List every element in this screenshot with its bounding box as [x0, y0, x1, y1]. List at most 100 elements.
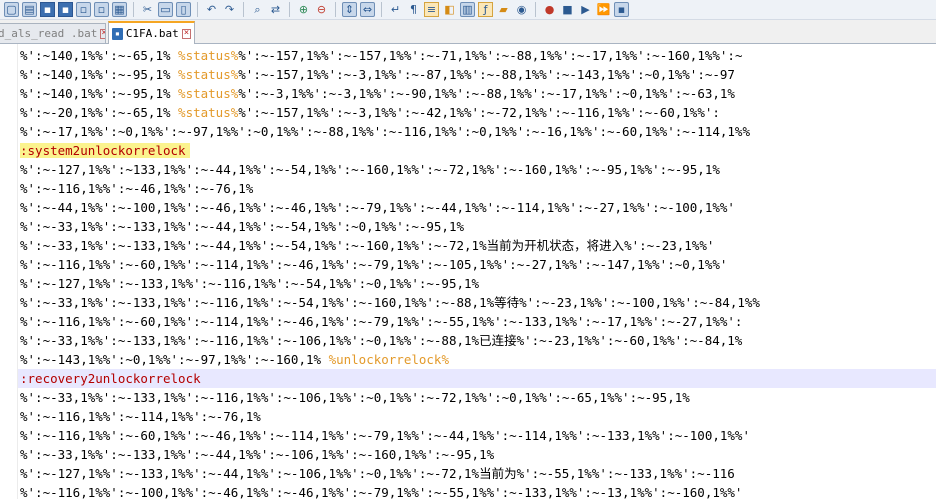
code-line[interactable]: %':~-143,1%%':~0,1%%':~-97,1%%':~-160,1%… — [20, 350, 936, 369]
open-file-icon[interactable]: ▤ — [22, 2, 37, 17]
cut-icon[interactable]: ✂ — [140, 2, 155, 17]
code-line[interactable]: %':~-17,1%%':~0,1%%':~-97,1%%':~0,1%%':~… — [20, 122, 936, 141]
code-line[interactable]: %':~-116,1%%':~-60,1%%':~-114,1%%':~-46,… — [20, 312, 936, 331]
code-line[interactable]: %':~-127,1%%':~-133,1%%':~-116,1%%':~-54… — [20, 274, 936, 293]
variable-token: %status% — [178, 105, 239, 120]
save-macro-icon[interactable]: ▪ — [614, 2, 629, 17]
function-list-icon[interactable]: ƒ — [478, 2, 493, 17]
record-icon[interactable]: ● — [542, 2, 557, 17]
file-icon: ▪ — [112, 27, 123, 40]
doc-map-icon[interactable]: ▥ — [460, 2, 475, 17]
code-line[interactable]: :recovery2unlockorrelock — [20, 369, 936, 388]
tab-c1fa[interactable]: ▪ C1FA.bat × — [108, 21, 195, 44]
undo-icon[interactable]: ↶ — [204, 2, 219, 17]
zoom-out-icon[interactable]: ⊖ — [314, 2, 329, 17]
show-all-icon[interactable]: ¶ — [406, 2, 421, 17]
folder-icon[interactable]: ▰ — [496, 2, 511, 17]
tab-label: C1FA.bat — [125, 27, 179, 40]
play-multi-icon[interactable]: ⏩ — [596, 2, 611, 17]
code-text: %':~-116,1%%':~-60,1%%':~-114,1%%':~-46,… — [20, 257, 728, 272]
replace-icon[interactable]: ⇄ — [268, 2, 283, 17]
code-text: %':~-116,1%%':~-114,1%%':~-76,1% — [20, 409, 261, 424]
code-text: %':~-157,1%%':~-3,1%%':~-87,1%%':~-88,1%… — [238, 67, 735, 82]
sync-h-icon[interactable]: ⇔ — [360, 2, 375, 17]
tab-label: d_als_read .bat — [0, 27, 98, 40]
new-file-icon[interactable]: ▢ — [4, 2, 19, 17]
code-text: %':~-20,1%%':~-65,1% — [20, 105, 179, 120]
print-icon[interactable]: ▦ — [112, 2, 127, 17]
variable-token: %status% — [178, 67, 239, 82]
code-line[interactable]: %':~-116,1%%':~-60,1%%':~-46,1%%':~-114,… — [20, 426, 936, 445]
batch-label: :system2unlockorrelock — [20, 143, 190, 158]
copy-icon[interactable]: ▭ — [158, 2, 173, 17]
code-line[interactable]: %':~-33,1%%':~-133,1%%':~-116,1%%':~-106… — [20, 388, 936, 407]
stop-icon[interactable]: ■ — [560, 2, 575, 17]
code-line[interactable]: %':~-33,1%%':~-133,1%%':~-116,1%%':~-54,… — [20, 293, 936, 312]
code-text: %':~-116,1%%':~-100,1%%':~-46,1%%':~-46,… — [20, 485, 743, 499]
code-text: %':~-33,1%%':~-133,1%%':~-116,1%%':~-106… — [20, 333, 743, 348]
toolbar-separator — [335, 2, 336, 17]
close-all-icon[interactable]: ▫ — [94, 2, 109, 17]
toolbar-separator — [381, 2, 382, 17]
code-line[interactable]: %':~-33,1%%':~-133,1%%':~-44,1%%':~-106,… — [20, 445, 936, 464]
code-line[interactable]: %':~-116,1%%':~-60,1%%':~-114,1%%':~-46,… — [20, 255, 936, 274]
toolbar-separator — [535, 2, 536, 17]
code-text: %':~-17,1%%':~0,1%%':~-97,1%%':~0,1%%':~… — [20, 124, 750, 139]
code-text: %':~140,1%%':~-65,1% — [20, 48, 179, 63]
sync-v-icon[interactable]: ⇕ — [342, 2, 357, 17]
code-text: %':~-127,1%%':~133,1%%':~-44,1%%':~-54,1… — [20, 162, 720, 177]
save-icon[interactable]: ▪ — [40, 2, 55, 17]
code-line[interactable]: :system2unlockorrelock — [20, 141, 936, 160]
code-text: %':~-3,1%%':~-3,1%%':~-90,1%%':~-88,1%%'… — [238, 86, 735, 101]
code-line[interactable]: %':~-116,1%%':~-46,1%%':~-76,1% — [20, 179, 936, 198]
code-line[interactable]: %':~-33,1%%':~-133,1%%':~-44,1%%':~-54,1… — [20, 217, 936, 236]
code-text: %':~-33,1%%':~-133,1%%':~-44,1%%':~-54,1… — [20, 219, 465, 234]
code-text: %':~140,1%%':~-95,1% — [20, 86, 179, 101]
code-line[interactable]: %':~-116,1%%':~-114,1%%':~-76,1% — [20, 407, 936, 426]
close-icon[interactable]: × — [100, 28, 105, 39]
code-text: %':~-33,1%%':~-133,1%%':~-116,1%%':~-54,… — [20, 295, 760, 310]
code-text: %':~-33,1%%':~-133,1%%':~-44,1%%':~-54,1… — [20, 238, 715, 253]
paste-icon[interactable]: ▯ — [176, 2, 191, 17]
code-line[interactable]: %':~-116,1%%':~-100,1%%':~-46,1%%':~-46,… — [20, 483, 936, 499]
tab-bar: d_als_read .bat × ▪ C1FA.bat × — [0, 20, 936, 44]
code-text: %':~-116,1%%':~-60,1%%':~-46,1%%':~-114,… — [20, 428, 750, 443]
code-line[interactable]: %':~-20,1%%':~-65,1% %status%%':~-157,1%… — [20, 103, 936, 122]
code-line[interactable]: %':~-44,1%%':~-100,1%%':~-46,1%%':~-46,1… — [20, 198, 936, 217]
editor[interactable]: %':~140,1%%':~-65,1% %status%%':~-157,1%… — [0, 44, 936, 499]
zoom-in-icon[interactable]: ⊕ — [296, 2, 311, 17]
code-text: %':~-33,1%%':~-133,1%%':~-116,1%%':~-106… — [20, 390, 690, 405]
redo-icon[interactable]: ↷ — [222, 2, 237, 17]
close-icon[interactable]: × — [181, 28, 191, 39]
code-line[interactable]: %':~-127,1%%':~133,1%%':~-44,1%%':~-54,1… — [20, 160, 936, 179]
toolbar-separator — [289, 2, 290, 17]
wrap-icon[interactable]: ↵ — [388, 2, 403, 17]
save-all-icon[interactable]: ▪ — [58, 2, 73, 17]
toolbar-separator — [243, 2, 244, 17]
code-text: %':~-143,1%%':~0,1%%':~-97,1%%':~-160,1% — [20, 352, 329, 367]
variable-token: %status% — [178, 48, 239, 63]
close-icon[interactable]: ▫ — [76, 2, 91, 17]
variable-token: %unlockorrelock% — [328, 352, 449, 367]
play-icon[interactable]: ▶ — [578, 2, 593, 17]
code-line[interactable]: %':~140,1%%':~-65,1% %status%%':~-157,1%… — [20, 46, 936, 65]
code-text: %':~-33,1%%':~-133,1%%':~-44,1%%':~-106,… — [20, 447, 495, 462]
indent-guide-icon[interactable]: ≡ — [424, 2, 439, 17]
variable-token: %status% — [178, 86, 239, 101]
udl-icon[interactable]: ◧ — [442, 2, 457, 17]
code-line[interactable]: %':~140,1%%':~-95,1% %status%%':~-3,1%%'… — [20, 84, 936, 103]
code-line[interactable]: %':~-33,1%%':~-133,1%%':~-116,1%%':~-106… — [20, 331, 936, 350]
find-icon[interactable]: ⌕ — [250, 2, 265, 17]
tab-d-als-read[interactable]: d_als_read .bat × — [0, 23, 106, 43]
code-text: %':~-157,1%%':~-157,1%%':~-71,1%%':~-88,… — [238, 48, 743, 63]
code-text: %':~-127,1%%':~-133,1%%':~-116,1%%':~-54… — [20, 276, 480, 291]
batch-label: :recovery2unlockorrelock — [20, 371, 201, 386]
code-line[interactable]: %':~-127,1%%':~-133,1%%':~-44,1%%':~-106… — [20, 464, 936, 483]
monitor-icon[interactable]: ◉ — [514, 2, 529, 17]
code-text: %':~-116,1%%':~-60,1%%':~-114,1%%':~-46,… — [20, 314, 743, 329]
code-line[interactable]: %':~-33,1%%':~-133,1%%':~-44,1%%':~-54,1… — [20, 236, 936, 255]
code-line[interactable]: %':~140,1%%':~-95,1% %status%%':~-157,1%… — [20, 65, 936, 84]
toolbar: ▢ ▤ ▪ ▪ ▫ ▫ ▦ ✂ ▭ ▯ ↶ ↷ ⌕ ⇄ ⊕ ⊖ ⇕ ⇔ ↵ ¶ … — [0, 0, 936, 20]
code-text: %':~-127,1%%':~-133,1%%':~-44,1%%':~-106… — [20, 466, 735, 481]
toolbar-separator — [133, 2, 134, 17]
